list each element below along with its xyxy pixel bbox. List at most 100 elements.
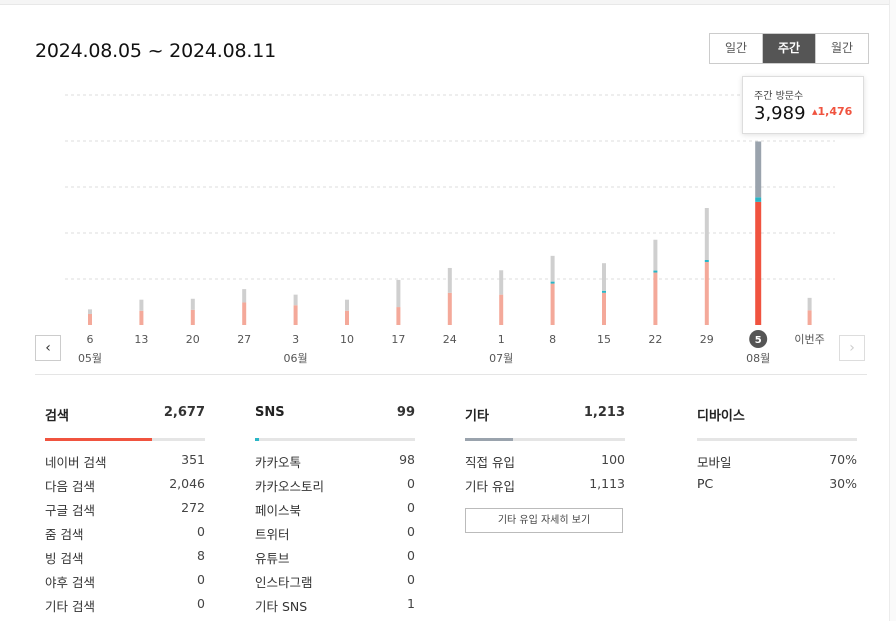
bar-sns	[653, 270, 658, 273]
tick-label: 8	[549, 333, 556, 346]
row-value: 1,113	[589, 476, 625, 491]
bar-etc	[293, 294, 298, 306]
etc-share-fill	[465, 438, 513, 441]
tooltip-delta-value: 1,476	[817, 105, 853, 118]
tick-label: 6	[87, 333, 94, 346]
bar-etc	[550, 255, 555, 282]
month-label: 05월	[78, 352, 102, 365]
tooltip-value: 3,989	[754, 103, 806, 124]
sns-share-fill	[255, 438, 259, 441]
bar-etc	[139, 299, 144, 311]
search-total: 2,677	[163, 405, 205, 420]
list-item: 줌 검색 0	[45, 524, 205, 548]
bar-etc	[345, 299, 349, 311]
search-share-bar	[45, 438, 205, 441]
bar-search	[550, 283, 555, 325]
row-value: 0	[407, 476, 415, 491]
bar-search	[807, 310, 812, 325]
sns-stats: SNS 99 카카오톡 98 카카오스토리 0 페이스북 0 트위터 0 유튜브 0 인스…	[255, 405, 415, 620]
bar-etc	[653, 239, 658, 271]
etc-header[interactable]: 기타 1,213	[465, 405, 625, 429]
bar-search	[602, 292, 606, 325]
row-value: 1	[407, 596, 415, 611]
sns-header[interactable]: SNS 99	[255, 405, 415, 429]
etc-share-bar	[465, 438, 625, 441]
row-value: 272	[181, 500, 205, 515]
list-item: 직접 유입 100	[465, 452, 625, 476]
list-item: 네이버 검색 351	[45, 452, 205, 476]
tick-label: 22	[648, 333, 662, 346]
list-item: 카카오톡 98	[255, 452, 415, 476]
bar-search	[704, 261, 709, 325]
bar-etc	[447, 267, 452, 293]
tick-label: 20	[186, 333, 200, 346]
row-label: 트위터	[255, 527, 290, 542]
row-label: 기타 유입	[465, 479, 515, 494]
tick-label: 3	[292, 333, 299, 346]
bar-search	[755, 201, 762, 325]
bar-etc	[807, 297, 812, 311]
bar-search	[653, 272, 658, 325]
row-label: 인스타그램	[255, 575, 313, 590]
chart-next-button[interactable]: ›	[839, 335, 865, 361]
list-item: PC 30%	[697, 476, 857, 500]
chart-prev-button[interactable]: ‹	[35, 335, 61, 361]
bar-etc	[396, 279, 401, 308]
list-item: 트위터 0	[255, 524, 415, 548]
list-item: 기타 유입 1,113	[465, 476, 625, 500]
row-value: 100	[601, 452, 625, 467]
list-item: 기타 검색 0	[45, 596, 205, 620]
row-label: 카카오스토리	[255, 479, 325, 494]
row-label: 네이버 검색	[45, 455, 107, 470]
list-item: 모바일 70%	[697, 452, 857, 476]
tick-label: 27	[237, 333, 251, 346]
device-header: 디바이스	[697, 405, 857, 429]
tick-label: 15	[597, 333, 611, 346]
device-title: 디바이스	[697, 409, 745, 424]
tick-label: 이번주	[794, 333, 824, 346]
chart-tooltip: 주간 방문수 3,989 ▴1,476	[742, 76, 864, 134]
bar-sns	[704, 259, 709, 262]
row-value: 0	[197, 524, 205, 539]
bar-etc	[88, 309, 92, 314]
row-value: 0	[407, 500, 415, 515]
month-label: 08월	[746, 352, 770, 365]
search-header[interactable]: 검색 2,677	[45, 405, 205, 429]
list-item: 야후 검색 0	[45, 572, 205, 596]
row-label: 모바일	[697, 455, 732, 470]
etc-title: 기타	[465, 409, 489, 424]
row-label: 줌 검색	[45, 527, 84, 542]
row-value: 0	[197, 596, 205, 611]
bar-search	[447, 292, 452, 325]
row-value: 2,046	[169, 476, 205, 491]
row-label: 빙 검색	[45, 551, 84, 566]
row-value: 0	[407, 524, 415, 539]
list-item: 다음 검색 2,046	[45, 476, 205, 500]
row-label: 페이스북	[255, 503, 302, 518]
bar-etc	[755, 141, 762, 198]
row-value: 70%	[829, 452, 857, 467]
row-label: 직접 유입	[465, 455, 515, 470]
list-item: 빙 검색 8	[45, 548, 205, 572]
etc-detail-button[interactable]: 기타 유입 자세히 보기	[465, 508, 623, 533]
list-item: 인스타그램 0	[255, 572, 415, 596]
search-stats: 검색 2,677 네이버 검색 351 다음 검색 2,046 구글 검색 272 줌…	[45, 405, 205, 620]
list-item: 기타 SNS 1	[255, 596, 415, 620]
row-label: PC	[697, 476, 714, 491]
bar-search	[293, 305, 298, 325]
sns-total: 99	[396, 405, 415, 420]
month-label: 07월	[489, 352, 513, 365]
bar-search	[190, 309, 195, 325]
row-label: 다음 검색	[45, 479, 95, 494]
bar-etc	[242, 289, 247, 303]
tick-label: 13	[134, 333, 148, 346]
section-divider	[35, 374, 867, 375]
tick-label: 29	[700, 333, 714, 346]
tooltip-label: 주간 방문수	[754, 91, 804, 102]
row-value: 98	[399, 452, 415, 467]
tick-label: 5	[755, 335, 762, 346]
chevron-left-icon: ‹	[45, 340, 51, 356]
row-label: 기타 검색	[45, 599, 95, 614]
sns-share-bar	[255, 438, 415, 441]
tick-label: 1	[498, 333, 505, 346]
